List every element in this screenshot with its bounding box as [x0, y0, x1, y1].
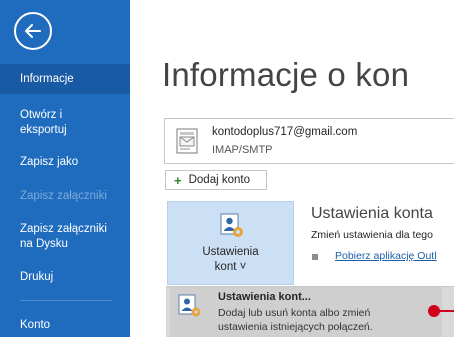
sidebar-item-otworz-eksportuj[interactable]: Otwórz i eksportuj — [0, 108, 130, 138]
account-settings-icon — [220, 213, 243, 237]
sidebar-item-label-line2: na Dysku — [20, 238, 68, 250]
add-account-button[interactable]: + Dodaj konto — [165, 170, 267, 190]
sidebar-item-drukuj[interactable]: Drukuj — [0, 270, 130, 285]
account-selector[interactable]: kontodoplus717@gmail.com IMAP/SMTP — [164, 118, 454, 164]
account-email: kontodoplus717@gmail.com — [212, 126, 358, 138]
account-type: IMAP/SMTP — [212, 144, 273, 156]
outlook-backstage: Informacje Otwórz i eksportuj Zapisz jak… — [0, 0, 454, 337]
sidebar-item-label: Drukuj — [20, 271, 54, 283]
sidebar-item-zapisz-zalaczniki-dysk[interactable]: Zapisz załączniki na Dysku — [0, 222, 130, 252]
annotation-line — [438, 310, 454, 312]
sidebar-item-label: Zapisz załączniki — [20, 190, 107, 202]
section-title: Ustawienia konta — [311, 205, 433, 222]
dropdown-item-description-line2: ustawienia istniejących połączeń. — [218, 321, 373, 333]
sidebar-item-label: Otwórz i — [20, 109, 63, 121]
backstage-sidebar: Informacje Otwórz i eksportuj Zapisz jak… — [0, 0, 130, 337]
dropdown-item-description: Dodaj lub usuń konta albo zmień — [218, 307, 371, 319]
plus-icon: + — [174, 172, 182, 188]
account-envelope-icon — [176, 128, 198, 154]
page-title: Informacje o kon — [162, 56, 410, 93]
account-settings-icon — [178, 294, 201, 317]
sidebar-item-label: Konto — [20, 319, 51, 331]
sidebar-item-zapisz-zalaczniki: Zapisz załączniki — [0, 189, 130, 204]
annotation-dot — [428, 305, 440, 317]
sidebar-divider — [20, 300, 112, 301]
dropdown-item-title: Ustawienia kont... — [218, 291, 311, 303]
add-account-label: Dodaj konto — [188, 174, 250, 186]
dropdown-item-account-settings[interactable]: Ustawienia kont... Dodaj lub usuń konta … — [170, 287, 442, 337]
account-settings-label-line1: Ustawienia — [202, 246, 259, 258]
back-button[interactable] — [14, 12, 52, 50]
sidebar-item-zapisz-jako[interactable]: Zapisz jako — [0, 155, 130, 170]
sidebar-item-label: Zapisz załączniki — [20, 223, 107, 235]
sidebar-item-label: Informacje — [20, 73, 74, 85]
back-arrow-icon — [25, 24, 41, 38]
download-app-link[interactable]: Pobierz aplikację Outl — [335, 250, 437, 262]
bullet-icon — [312, 254, 318, 260]
section-description: Zmień ustawienia dla tego — [311, 229, 433, 241]
sidebar-item-konto[interactable]: Konto — [0, 318, 130, 333]
sidebar-item-label-line2: eksportuj — [20, 124, 67, 136]
account-settings-label-line2: kont ˅ — [214, 261, 247, 273]
sidebar-item-label: Zapisz jako — [20, 156, 79, 168]
sidebar-item-informacje[interactable]: Informacje — [0, 64, 130, 94]
account-settings-button[interactable]: Ustawienia kont ˅ — [167, 201, 294, 285]
